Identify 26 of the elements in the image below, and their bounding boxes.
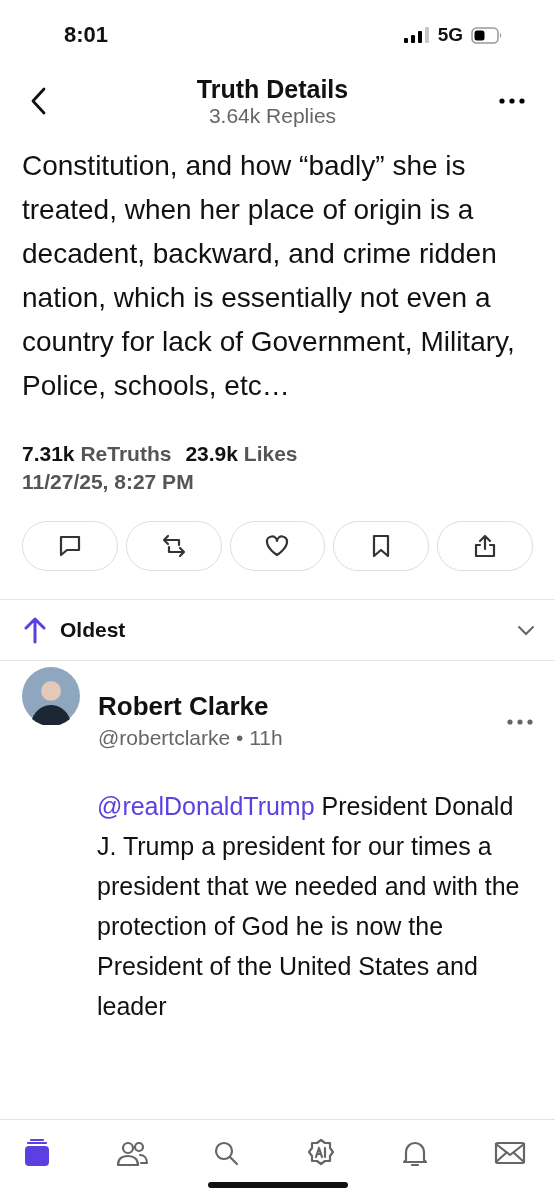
author-name[interactable]: Robert Clarke xyxy=(98,691,489,722)
stat-count[interactable]: 7.31k ReTruths xyxy=(22,442,172,466)
author-handle: @robertclarke • 11h xyxy=(98,726,284,750)
share-button[interactable] xyxy=(437,521,533,571)
stat-count[interactable]: 23.9k Likes xyxy=(185,442,298,466)
network-label: 5G xyxy=(437,24,463,46)
bookmark-button[interactable] xyxy=(333,521,430,571)
reply-button[interactable] xyxy=(22,521,118,571)
up-arrow-icon xyxy=(24,616,46,644)
reply-count: 3.64k Replies xyxy=(208,103,337,128)
sort-label[interactable]: Oldest xyxy=(60,618,503,642)
heart-icon xyxy=(264,533,291,559)
repost-icon xyxy=(160,533,187,559)
mention-link[interactable]: @realDonaldTrump xyxy=(97,792,315,820)
back-icon[interactable] xyxy=(30,87,46,115)
chevron-down-icon[interactable] xyxy=(517,624,535,636)
screen-title: Truth Details xyxy=(196,74,349,104)
more-icon[interactable] xyxy=(499,98,525,104)
reply-text: @realDonaldTrump President Donald J. Trump a president for our times a president that we needed and with the protection of God he is now the President of the United States and leader xyxy=(97,791,521,1022)
battery-icon xyxy=(471,26,503,44)
post-date: 11/27/25, 8:27 PM xyxy=(22,470,195,494)
retruth-button[interactable] xyxy=(125,521,222,571)
post-text: Constitution, and how “badly” she is treated, when her place of origin is a decadent, backward, and crime ridden nation, which is essentially not even a country for lack of Government, Military, Police, schools, etc… xyxy=(22,149,516,403)
status-time: 8:01 xyxy=(64,22,109,48)
signal-icon xyxy=(403,27,430,43)
avatar[interactable] xyxy=(22,667,80,725)
